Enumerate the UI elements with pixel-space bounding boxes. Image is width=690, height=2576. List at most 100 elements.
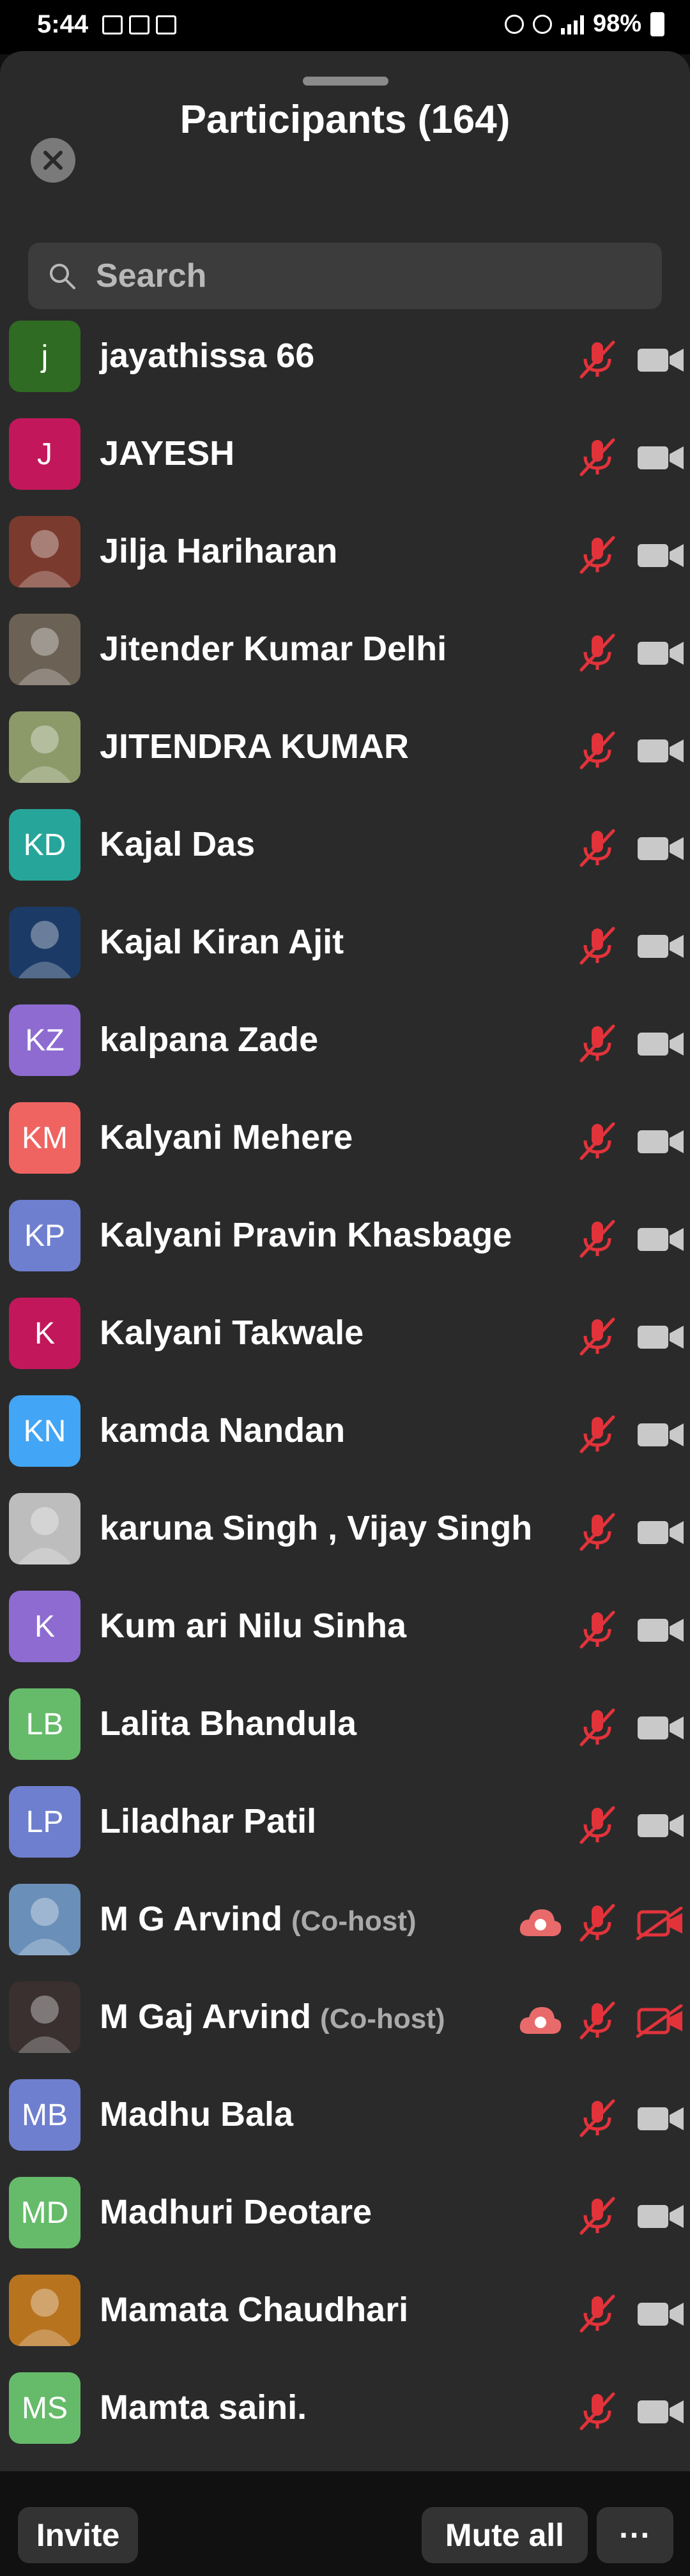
video-camera-icon[interactable] [636, 2200, 685, 2233]
mic-muted-icon[interactable] [575, 1510, 620, 1554]
video-camera-icon[interactable] [636, 832, 685, 865]
participant-row[interactable]: JITENDRA KUMAR [0, 709, 690, 807]
participant-row[interactable]: Jilja Hariharan [0, 513, 690, 611]
video-camera-icon[interactable] [636, 2102, 685, 2135]
video-camera-icon[interactable] [636, 637, 685, 670]
video-camera-icon[interactable] [636, 1125, 685, 1158]
mic-muted-icon[interactable] [575, 435, 620, 480]
video-camera-icon[interactable] [636, 441, 685, 474]
participant-row[interactable]: KP Kalyani Pravin Khasbage [0, 1197, 690, 1295]
video-camera-icon[interactable] [636, 734, 685, 768]
cloud-recording-icon [518, 2003, 564, 2038]
mic-muted-icon[interactable] [575, 630, 620, 675]
participant-row[interactable]: J JAYESH [0, 416, 690, 513]
participant-name-wrap: Mamata Chaudhari [100, 2290, 408, 2330]
video-camera-icon[interactable] [636, 930, 685, 963]
participant-row[interactable]: K Kalyani Takwale [0, 1295, 690, 1393]
participant-row[interactable]: Kajal Kiran Ajit [0, 904, 690, 1002]
mic-muted-icon[interactable] [575, 1119, 620, 1163]
video-camera-icon[interactable] [636, 1516, 685, 1549]
participant-row[interactable]: j jayathissa 66 [0, 318, 690, 416]
participant-row[interactable]: karuna Singh , Vijay Singh [0, 1490, 690, 1588]
participant-row[interactable]: K Kum ari Nilu Sinha [0, 1588, 690, 1686]
mic-muted-icon[interactable] [575, 923, 620, 968]
video-camera-icon[interactable] [636, 1223, 685, 1256]
mic-muted-icon[interactable] [575, 1314, 620, 1359]
participant-row[interactable]: LB Lalita Bhandula [0, 1686, 690, 1784]
video-camera-icon[interactable] [636, 1809, 685, 1842]
participant-row[interactable]: M Gaj Arvind (Co-host) [0, 1979, 690, 2077]
search-input[interactable]: Search [28, 243, 662, 309]
mic-muted-icon[interactable] [575, 1900, 620, 1945]
close-button[interactable] [31, 138, 75, 183]
avatar-photo [9, 1884, 80, 1955]
gallery-notification-icon [102, 15, 123, 34]
mic-muted-icon[interactable] [575, 826, 620, 870]
mic-muted-icon[interactable] [575, 1803, 620, 1847]
invite-button[interactable]: Invite [18, 2507, 138, 2563]
participant-name: Kalyani Mehere [100, 1118, 353, 1156]
video-off-icon[interactable] [636, 1906, 685, 1941]
participant-row[interactable]: Jitender Kumar Delhi [0, 611, 690, 709]
avatar: KM [9, 1102, 80, 1174]
participant-name-wrap: M Gaj Arvind (Co-host) [100, 1997, 445, 2036]
participant-row[interactable]: Mamata Chaudhari [0, 2272, 690, 2370]
drag-handle[interactable] [303, 77, 388, 86]
avatar: MD [9, 2177, 80, 2248]
mic-muted-icon[interactable] [575, 728, 620, 773]
participant-list: j jayathissa 66 J JAYESH Jilja Hariharan Jite… [0, 318, 690, 2467]
mic-muted-icon[interactable] [575, 337, 620, 382]
mail-notification-icon [129, 15, 150, 34]
video-camera-icon[interactable] [636, 539, 685, 572]
participant-name-wrap: Jilja Hariharan [100, 531, 337, 571]
video-off-icon[interactable] [636, 2004, 685, 2038]
video-camera-icon[interactable] [636, 1027, 685, 1061]
participant-row[interactable]: LP Liladhar Patil [0, 1784, 690, 1881]
participant-row[interactable]: KZ kalpana Zade [0, 1002, 690, 1100]
participant-name: Jilja Hariharan [100, 532, 338, 570]
mic-muted-icon[interactable] [575, 533, 620, 577]
mic-muted-icon[interactable] [575, 2193, 620, 2238]
avatar: K [9, 1298, 80, 1369]
participant-row[interactable]: MS Mamta saini. [0, 2370, 690, 2467]
mic-muted-icon[interactable] [575, 1216, 620, 1261]
more-options-button[interactable]: ··· [597, 2507, 673, 2563]
participant-name: JITENDRA KUMAR [100, 727, 409, 766]
video-camera-icon[interactable] [636, 1418, 685, 1451]
participant-name: Mamata Chaudhari [100, 2291, 409, 2329]
avatar: K [9, 1591, 80, 1662]
participant-name: Jitender Kumar Delhi [100, 630, 447, 668]
mic-muted-icon[interactable] [575, 2389, 620, 2434]
mute-all-button[interactable]: Mute all [422, 2507, 588, 2563]
participant-name-wrap: M G Arvind (Co-host) [100, 1899, 417, 1939]
mic-muted-icon[interactable] [575, 2291, 620, 2336]
video-camera-icon[interactable] [636, 2298, 685, 2331]
avatar-photo [9, 711, 80, 783]
participant-row[interactable]: KM Kalyani Mehere [0, 1100, 690, 1197]
mic-muted-icon[interactable] [575, 2096, 620, 2140]
mic-muted-icon[interactable] [575, 1998, 620, 2043]
video-camera-icon[interactable] [636, 1711, 685, 1745]
mic-muted-icon[interactable] [575, 1705, 620, 1750]
video-camera-icon[interactable] [636, 1321, 685, 1354]
participant-name: Lalita Bhandula [100, 1704, 357, 1743]
participant-name-wrap: jayathissa 66 [100, 336, 314, 375]
mic-muted-icon[interactable] [575, 1412, 620, 1457]
battery-level: 98% [592, 10, 641, 37]
video-camera-icon[interactable] [636, 2395, 685, 2428]
participant-name-wrap: Kalyani Pravin Khasbage [100, 1215, 512, 1255]
page-title: Participants (164) [180, 98, 510, 142]
participant-row[interactable]: M G Arvind (Co-host) [0, 1881, 690, 1979]
participant-name: kamda Nandan [100, 1411, 346, 1450]
participant-row[interactable]: KN kamda Nandan [0, 1393, 690, 1490]
participant-name: Kum ari Nilu Sinha [100, 1607, 407, 1645]
participant-name-wrap: Madhuri Deotare [100, 2192, 372, 2232]
participant-name-wrap: Kajal Das [100, 824, 255, 864]
participant-row[interactable]: MD Madhuri Deotare [0, 2174, 690, 2272]
participant-row[interactable]: KD Kajal Das [0, 807, 690, 904]
mic-muted-icon[interactable] [575, 1021, 620, 1066]
mic-muted-icon[interactable] [575, 1607, 620, 1652]
video-camera-icon[interactable] [636, 344, 685, 377]
participant-row[interactable]: MB Madhu Bala [0, 2077, 690, 2174]
video-camera-icon[interactable] [636, 1614, 685, 1647]
